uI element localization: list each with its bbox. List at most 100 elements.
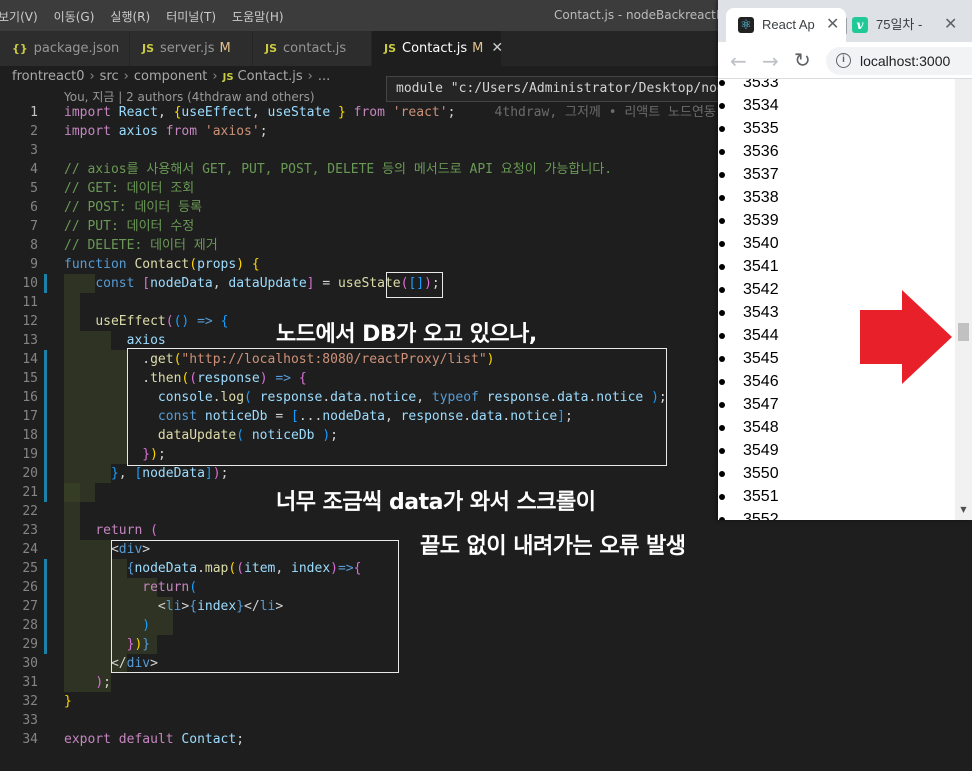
line-number: 2 <box>30 124 38 139</box>
line-number: 19 <box>22 447 38 462</box>
list-item-value: 3546 <box>743 373 779 390</box>
git-change-marker[interactable] <box>44 559 47 578</box>
close-tab-icon[interactable]: ✕ <box>944 8 957 42</box>
git-change-marker[interactable] <box>44 597 47 616</box>
reload-icon[interactable]: ↻ <box>794 48 811 72</box>
js-file-icon: JS <box>142 42 155 55</box>
line-number: 26 <box>22 580 38 595</box>
code-line-7: // PUT: 데이터 수정 <box>64 219 195 234</box>
line-number: 6 <box>30 200 38 215</box>
bullet-icon <box>719 310 725 316</box>
bullet-icon <box>719 195 725 201</box>
menu-item[interactable]: 실행(R) <box>110 8 150 25</box>
editor-tab[interactable]: JS Contact.js M ✕ <box>372 31 503 66</box>
list-item-value: 3536 <box>743 143 779 160</box>
line-number: 3 <box>30 143 38 158</box>
line-number: 17 <box>22 409 38 424</box>
scrollbar-track[interactable] <box>955 79 972 520</box>
line-number: 7 <box>30 219 38 234</box>
bullet-icon <box>719 494 725 500</box>
line-number: 12 <box>22 314 38 329</box>
git-change-marker[interactable] <box>44 350 47 369</box>
list-item-value: 3552 <box>743 511 779 520</box>
list-item-value: 3533 <box>743 79 779 91</box>
menu-item[interactable]: 보기(V) <box>0 8 38 25</box>
tab-label: contact.js <box>283 41 347 56</box>
bullet-icon <box>719 103 725 109</box>
code-line-20: }, [nodeData]); <box>110 466 229 481</box>
editor-tab[interactable]: JS server.js M <box>130 31 253 66</box>
bullet-icon <box>719 425 725 431</box>
line-number: 25 <box>22 561 38 576</box>
line-number: 20 <box>22 466 38 481</box>
bullet-icon <box>719 517 725 520</box>
menu-item[interactable]: 터미널(T) <box>166 8 216 25</box>
code-line-12: useEffect(() => { <box>95 314 229 329</box>
bullet-icon <box>719 172 725 178</box>
annotation-box-render <box>111 540 399 673</box>
breadcrumb-item[interactable]: Contact.js <box>238 69 303 84</box>
browser-tab-75[interactable]: v 75일차 - ✕ <box>846 8 972 42</box>
line-number: 15 <box>22 371 38 386</box>
git-change-marker[interactable] <box>44 407 47 426</box>
close-tab-icon[interactable]: ✕ <box>491 40 503 56</box>
bullet-icon <box>719 471 725 477</box>
git-change-marker[interactable] <box>44 635 47 654</box>
line-number: 30 <box>22 656 38 671</box>
breadcrumb-item[interactable]: ... <box>318 69 330 84</box>
browser-tab-react[interactable]: ⚛ React Ap ✕ <box>726 8 846 42</box>
git-change-marker[interactable] <box>44 445 47 464</box>
code-editor[interactable]: import React, {useEffect, useState } fro… <box>64 103 716 747</box>
v-icon: v <box>852 16 868 33</box>
git-change-marker[interactable] <box>44 388 47 407</box>
tab-label: server.js <box>160 41 215 56</box>
tab-label: Contact.js <box>402 41 468 56</box>
json-file-icon: {} <box>12 42 28 55</box>
list-item-value: 3543 <box>743 304 779 321</box>
breadcrumb-item[interactable]: frontreact0 <box>12 69 84 84</box>
scroll-down-icon[interactable]: ▼ <box>958 505 969 514</box>
line-number: 9 <box>30 257 38 272</box>
menu-item[interactable]: 이동(G) <box>54 8 95 25</box>
menu-bar: 보기(V) 이동(G) 실행(R) 터미널(T) 도움말(H) <box>0 8 300 25</box>
code-line-31: ); <box>95 675 111 690</box>
code-line-4: // axios를 사용해서 GET, PUT, POST, DELETE 등의… <box>64 162 613 177</box>
git-change-marker[interactable] <box>44 369 47 388</box>
code-line-32: } <box>64 694 72 709</box>
bullet-icon <box>719 333 725 339</box>
bullet-icon <box>719 149 725 155</box>
bullet-icon <box>719 356 725 362</box>
editor-tab[interactable]: {} package.json <box>0 31 130 66</box>
code-line-1: import React, {useEffect, useState } fro… <box>64 105 716 120</box>
line-number: 27 <box>22 599 38 614</box>
info-icon[interactable]: i <box>836 53 851 68</box>
address-bar[interactable]: i localhost:3000 <box>826 47 972 75</box>
breadcrumb-item[interactable]: src <box>100 69 119 84</box>
code-line-10: const [nodeData, dataUpdate] = useState(… <box>95 276 440 291</box>
list-item-value: 3541 <box>743 258 779 275</box>
git-change-marker[interactable] <box>44 616 47 635</box>
line-number: 28 <box>22 618 38 633</box>
code-line-34: export default Contact; <box>64 732 245 747</box>
modified-badge: M <box>472 41 484 56</box>
git-change-marker[interactable] <box>44 578 47 597</box>
forward-icon[interactable]: → <box>762 49 779 73</box>
back-icon[interactable]: ← <box>730 49 747 73</box>
editor-tab[interactable]: JS contact.js <box>253 31 372 66</box>
git-change-marker[interactable] <box>44 426 47 445</box>
code-line-2: import axios from 'axios'; <box>64 124 268 139</box>
breadcrumb-item[interactable]: component <box>134 69 208 84</box>
git-change-marker[interactable] <box>44 464 47 483</box>
list-item-value: 3539 <box>743 212 779 229</box>
line-number: 8 <box>30 238 38 253</box>
git-change-marker[interactable] <box>44 274 47 293</box>
line-number: 14 <box>22 352 38 367</box>
line-number: 11 <box>22 295 38 310</box>
bullet-icon <box>719 218 725 224</box>
bullet-icon <box>719 241 725 247</box>
menu-item[interactable]: 도움말(H) <box>232 8 284 25</box>
git-change-marker[interactable] <box>44 483 47 502</box>
close-tab-icon[interactable]: ✕ <box>826 8 839 42</box>
annotation-box-usestate <box>386 272 443 298</box>
scrollbar-thumb[interactable] <box>958 323 969 341</box>
